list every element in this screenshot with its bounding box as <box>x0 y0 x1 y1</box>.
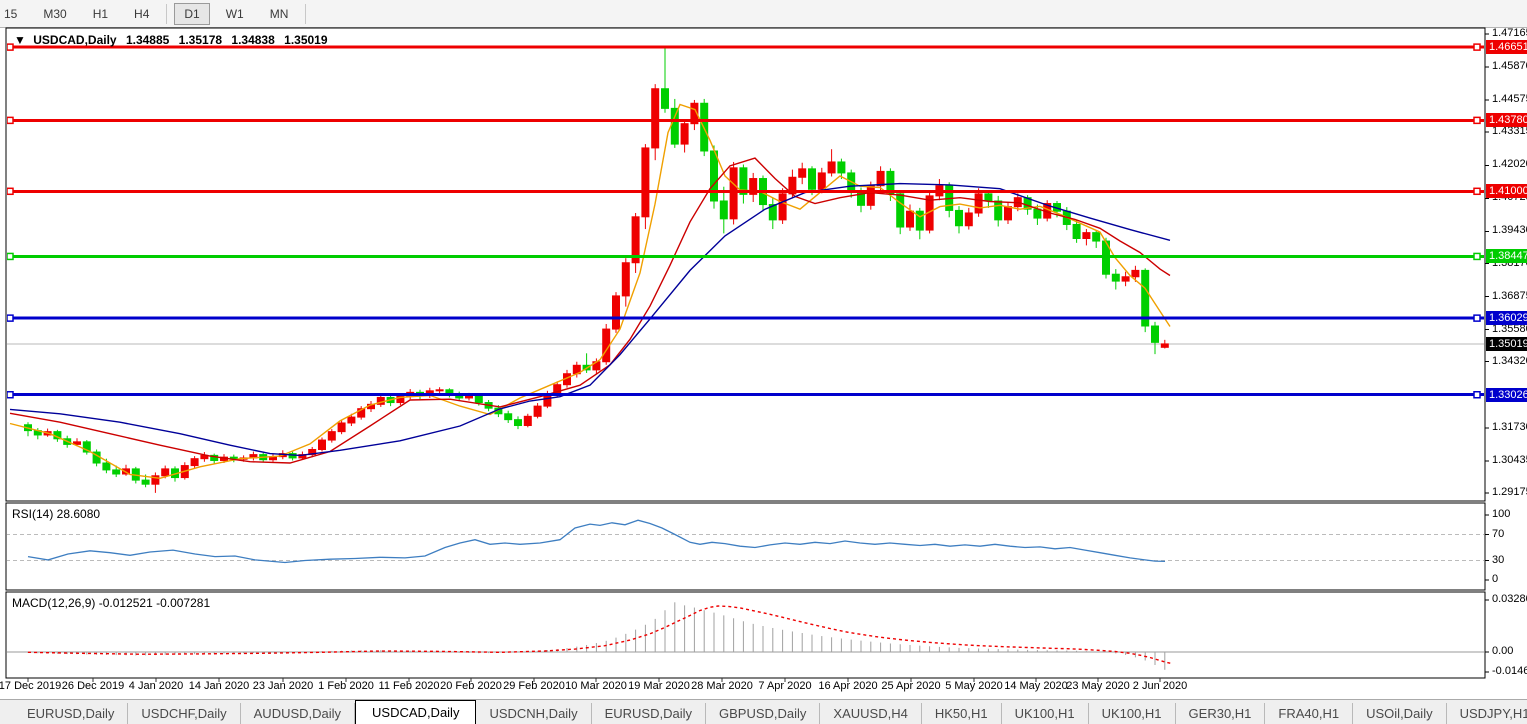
chart-tab-audusd-daily[interactable]: AUDUSD,Daily <box>241 703 355 724</box>
date-label: 14 May 2020 <box>1004 680 1068 692</box>
chart-tab-usdcad-daily[interactable]: USDCAD,Daily <box>355 700 476 724</box>
date-label: 16 Apr 2020 <box>818 680 877 692</box>
price-tick: 1.29175 <box>1492 486 1527 498</box>
line-handle[interactable] <box>7 315 13 321</box>
date-label: 20 Feb 2020 <box>440 680 502 692</box>
line-handle[interactable] <box>7 392 13 398</box>
macd-tick: -0.01467 <box>1492 665 1527 677</box>
chart-tab-ger30-h1[interactable]: GER30,H1 <box>1176 703 1266 724</box>
rsi-tick: 30 <box>1492 554 1504 566</box>
price-tick: 1.30435 <box>1492 454 1527 466</box>
line-handle[interactable] <box>1474 44 1480 50</box>
price-tick: 1.42020 <box>1492 158 1527 170</box>
date-label: 7 Apr 2020 <box>758 680 811 692</box>
date-label: 25 Apr 2020 <box>881 680 940 692</box>
macd-tick: 0.00 <box>1492 645 1513 657</box>
chart-tab-usoil-daily[interactable]: USOil,Daily <box>1353 703 1446 724</box>
line-handle[interactable] <box>1474 315 1480 321</box>
date-label: 5 May 2020 <box>945 680 1002 692</box>
chart-tab-usdchf-daily[interactable]: USDCHF,Daily <box>128 703 240 724</box>
chart-tab-usdjpy-h1[interactable]: USDJPY,H1 <box>1447 703 1527 724</box>
ohlc-close: 1.35019 <box>284 33 327 47</box>
chart-tab-uk100-h1[interactable]: UK100,H1 <box>1089 703 1176 724</box>
price-tick: 1.39430 <box>1492 224 1527 236</box>
hline-price-chip: 1.33026 <box>1486 388 1527 402</box>
line-handle[interactable] <box>7 117 13 123</box>
price-tick: 1.47165 <box>1492 27 1527 39</box>
price-tick: 1.45870 <box>1492 60 1527 72</box>
price-tick: 1.34320 <box>1492 355 1527 367</box>
date-label: 28 Mar 2020 <box>691 680 753 692</box>
hline-price-chip: 1.43780 <box>1486 113 1527 127</box>
date-label: 2 Jun 2020 <box>1133 680 1187 692</box>
rsi-tick: 0 <box>1492 573 1498 585</box>
date-label: 23 May 2020 <box>1066 680 1130 692</box>
bid-price-chip: 1.35019 <box>1486 337 1527 351</box>
mt4-window: 15M30H1H4D1W1MN ▼ USDCAD,Daily 1.34885 1… <box>0 0 1527 724</box>
date-label: 26 Dec 2019 <box>62 680 124 692</box>
line-handle[interactable] <box>7 44 13 50</box>
line-handle[interactable] <box>1474 117 1480 123</box>
price-tick: 1.36875 <box>1492 290 1527 302</box>
hline-price-chip: 1.46651 <box>1486 40 1527 54</box>
rsi-tick: 70 <box>1492 528 1504 540</box>
chart-tab-fra40-h1[interactable]: FRA40,H1 <box>1265 703 1353 724</box>
hline-price-chip: 1.41000 <box>1486 184 1527 198</box>
macd-indicator-label: MACD(12,26,9) -0.012521 -0.007281 <box>12 596 210 610</box>
date-label: 11 Feb 2020 <box>379 680 440 692</box>
date-label: 19 Mar 2020 <box>628 680 690 692</box>
date-label: 17 Dec 2019 <box>0 680 61 692</box>
chart-canvas[interactable] <box>0 0 1527 724</box>
pane-frame <box>6 28 1485 501</box>
ohlc-open: 1.34885 <box>126 33 169 47</box>
date-label: 1 Feb 2020 <box>318 680 374 692</box>
line-handle[interactable] <box>1474 188 1480 194</box>
rsi-tick: 100 <box>1492 508 1510 520</box>
rsi-indicator-label: RSI(14) 28.6080 <box>12 507 100 521</box>
date-label: 23 Jan 2020 <box>253 680 314 692</box>
date-label: 10 Mar 2020 <box>565 680 627 692</box>
chart-title: ▼ USDCAD,Daily 1.34885 1.35178 1.34838 1… <box>14 33 328 47</box>
chart-tab-eurusd-daily[interactable]: EURUSD,Daily <box>14 703 128 724</box>
line-handle[interactable] <box>1474 253 1480 259</box>
macd-tick: 0.03280 <box>1492 593 1527 605</box>
pane-frame <box>6 592 1485 678</box>
price-tick: 1.44575 <box>1492 93 1527 105</box>
line-handle[interactable] <box>1474 392 1480 398</box>
hline-price-chip: 1.38447 <box>1486 249 1527 263</box>
chart-tab-usdcnh-daily[interactable]: USDCNH,Daily <box>476 703 591 724</box>
hline-price-chip: 1.36029 <box>1486 311 1527 325</box>
chart-tab-eurusd-daily[interactable]: EURUSD,Daily <box>592 703 706 724</box>
symbol-dropdown-icon[interactable]: ▼ <box>14 33 26 47</box>
chart-tab-hk50-h1[interactable]: HK50,H1 <box>922 703 1002 724</box>
price-tick: 1.31730 <box>1492 421 1527 433</box>
chart-tab-bar: EURUSD,DailyUSDCHF,DailyAUDUSD,DailyUSDC… <box>0 699 1527 724</box>
ohlc-high: 1.35178 <box>179 33 222 47</box>
line-handle[interactable] <box>7 188 13 194</box>
ohlc-low: 1.34838 <box>231 33 274 47</box>
chart-symbol: USDCAD,Daily <box>33 33 116 47</box>
date-label: 14 Jan 2020 <box>189 680 250 692</box>
chart-tab-gbpusd-daily[interactable]: GBPUSD,Daily <box>706 703 820 724</box>
line-handle[interactable] <box>7 253 13 259</box>
date-label: 29 Feb 2020 <box>503 680 565 692</box>
chart-tab-xauusd-h4[interactable]: XAUUSD,H4 <box>820 703 921 724</box>
chart-tab-uk100-h1[interactable]: UK100,H1 <box>1002 703 1089 724</box>
date-label: 4 Jan 2020 <box>129 680 183 692</box>
